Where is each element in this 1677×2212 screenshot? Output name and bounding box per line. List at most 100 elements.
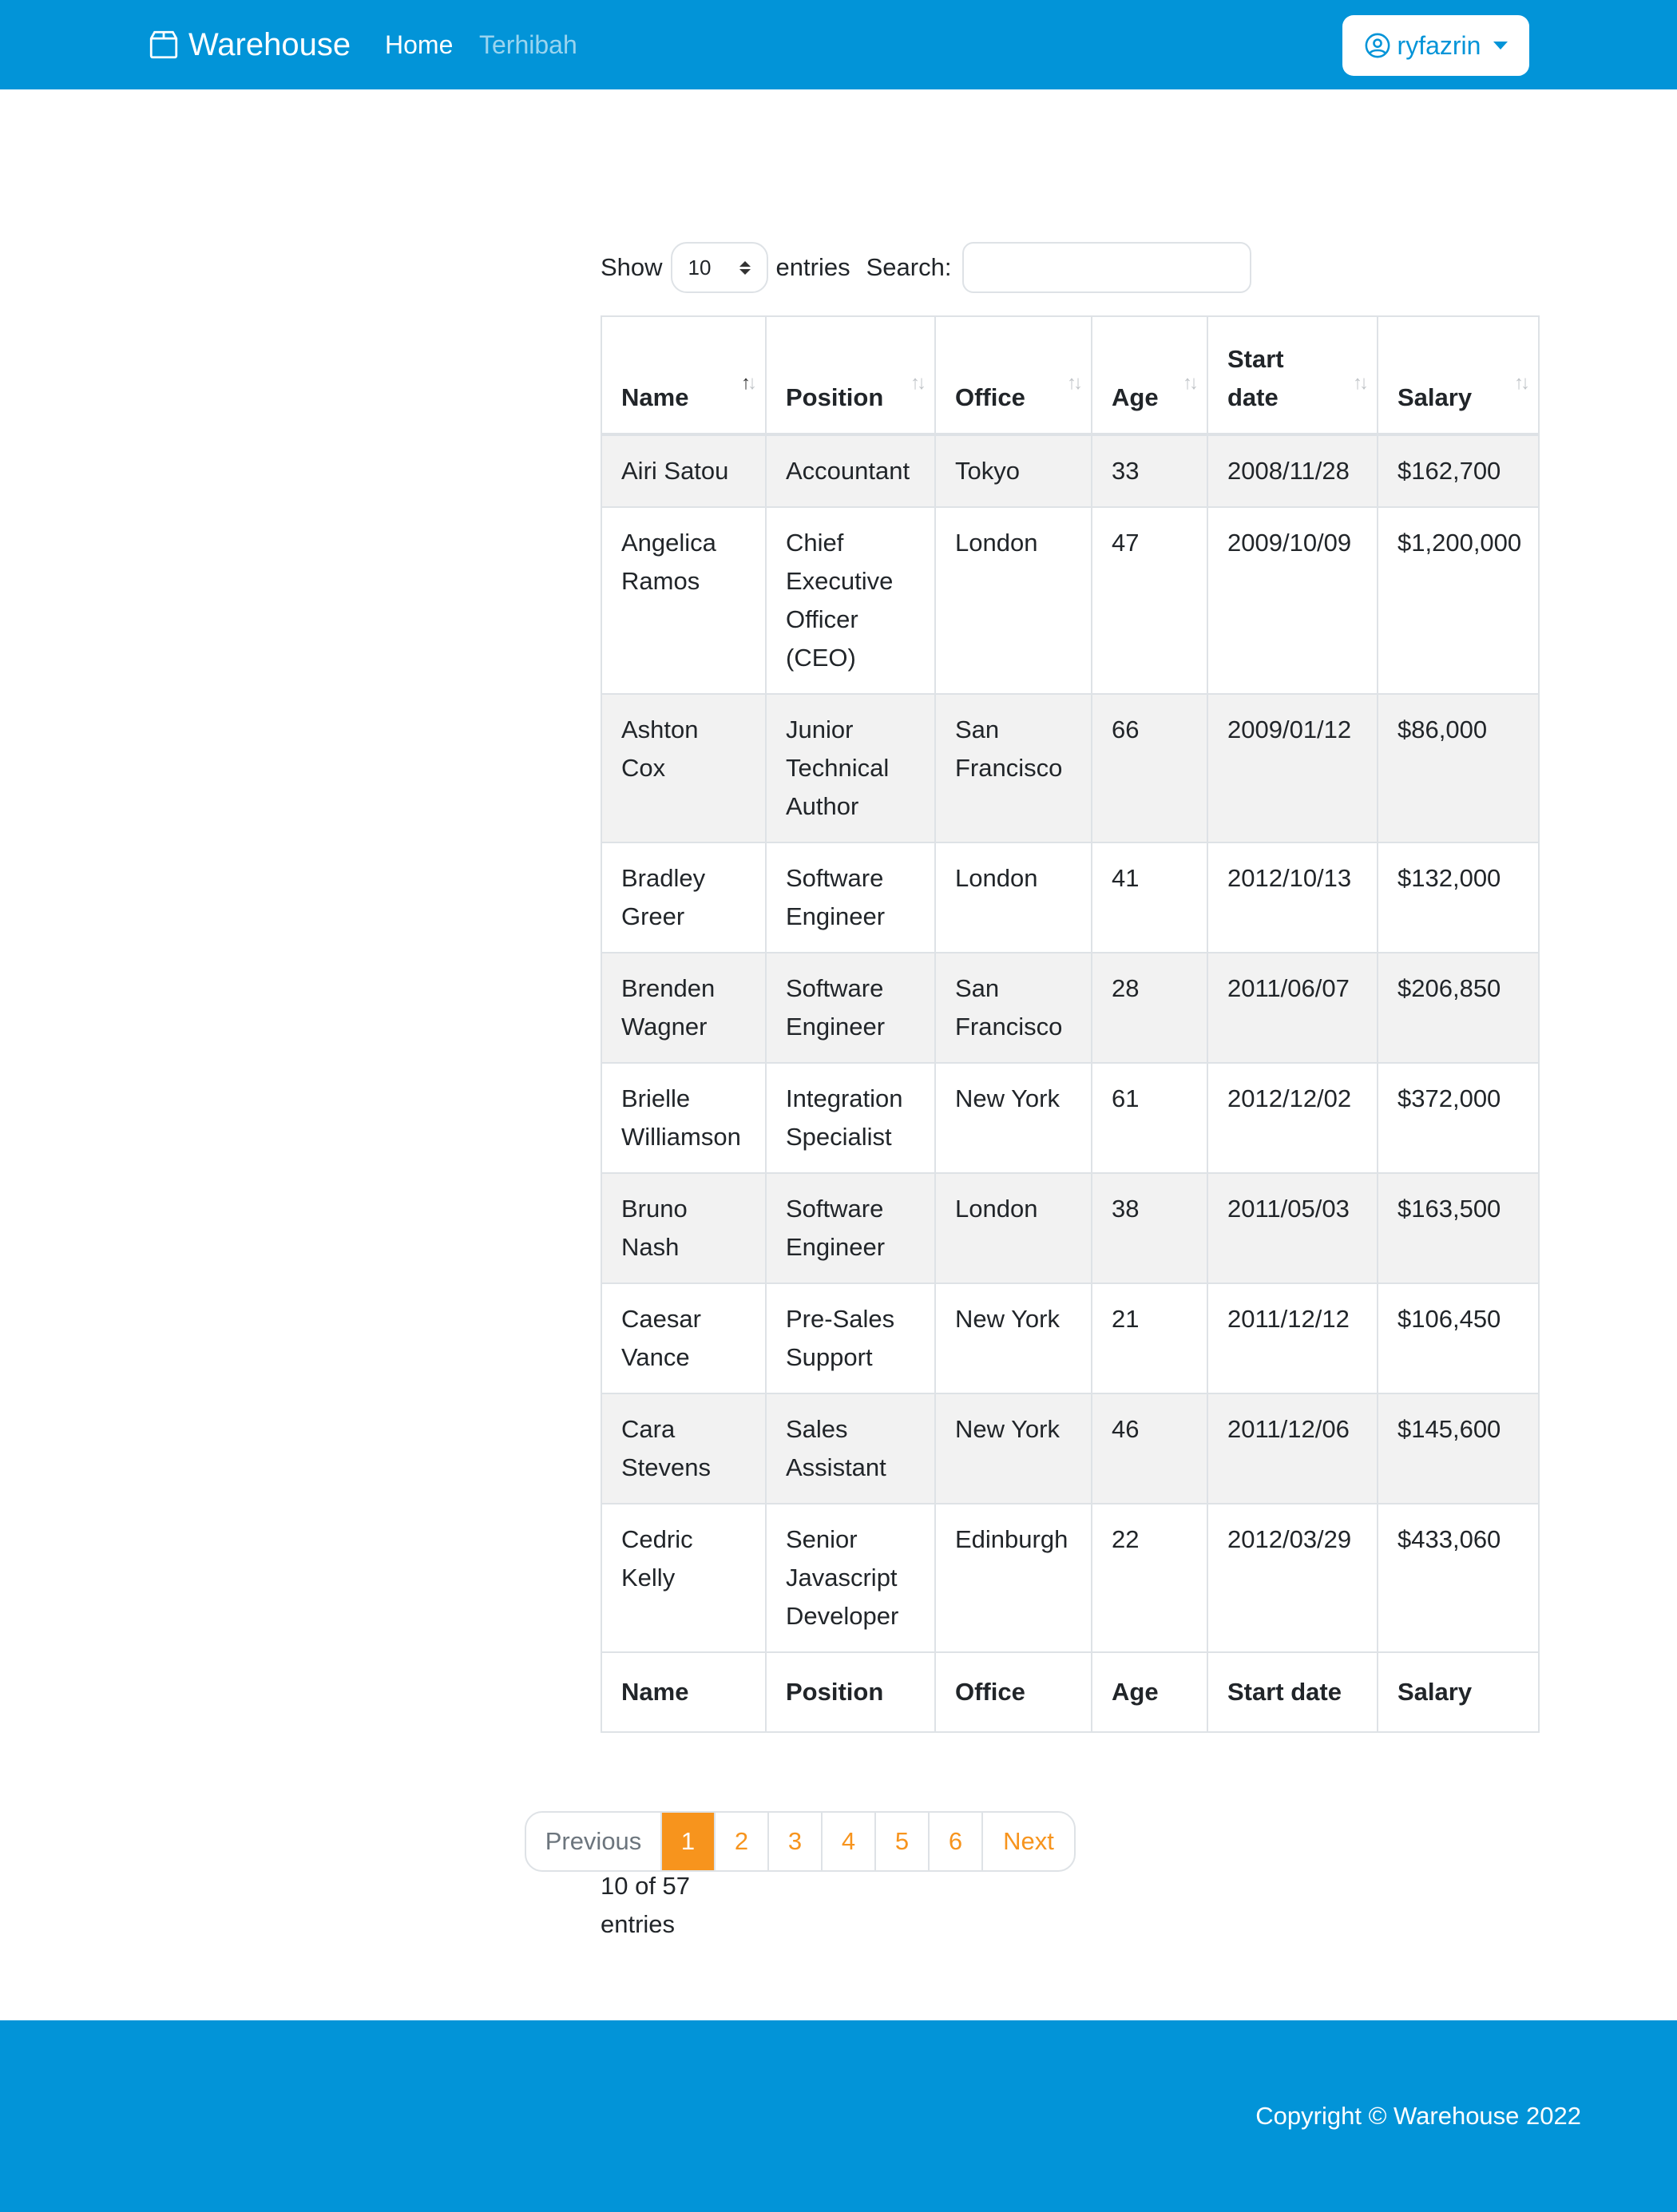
table-info: 10 of 57 entries xyxy=(601,1872,691,1938)
cell-name: Cedric Kelly xyxy=(601,1503,767,1653)
cell-name: Bruno Nash xyxy=(601,1172,767,1284)
column-footer-name: Name xyxy=(601,1651,767,1733)
column-header-label: Salary xyxy=(1398,383,1473,411)
column-header-salary[interactable]: Salary ↑↓ xyxy=(1377,315,1540,436)
column-header-name[interactable]: Name ↑↓ xyxy=(601,315,767,436)
search-label: Search: xyxy=(866,253,952,281)
cell-start-date: 2008/11/28 xyxy=(1207,434,1378,508)
cell-office: New York xyxy=(934,1282,1092,1394)
pagination-page-1[interactable]: 1 xyxy=(660,1813,714,1870)
cell-age: 66 xyxy=(1091,693,1208,843)
cell-age: 61 xyxy=(1091,1062,1208,1174)
pagination-page-4[interactable]: 4 xyxy=(821,1813,874,1870)
table-row[interactable]: Angelica Ramos Chief Executive Officer (C… xyxy=(601,506,1540,695)
box-icon xyxy=(149,30,178,59)
cell-salary: $206,850 xyxy=(1377,952,1540,1064)
column-header-label: Office xyxy=(955,383,1025,411)
user-dropdown-button[interactable]: ryfazrin xyxy=(1342,15,1529,76)
cell-age: 47 xyxy=(1091,506,1208,695)
cell-start-date: 2011/12/12 xyxy=(1207,1282,1378,1394)
cell-age: 41 xyxy=(1091,842,1208,953)
cell-start-date: 2012/10/13 xyxy=(1207,842,1378,953)
select-arrows-icon xyxy=(739,260,751,275)
cell-start-date: 2011/06/07 xyxy=(1207,952,1378,1064)
column-header-label: Start date xyxy=(1227,345,1284,411)
cell-name: Cara Stevens xyxy=(601,1393,767,1504)
sort-arrows-icon: ↑↓ xyxy=(1067,372,1083,394)
sort-arrows-icon: ↑↓ xyxy=(1183,372,1199,394)
table-row[interactable]: Cara Stevens Sales Assistant New York 46 201… xyxy=(601,1393,1540,1504)
column-header-start-date[interactable]: Start date ↑↓ xyxy=(1207,315,1378,436)
navbar: Warehouse Home Terhibah ryfazrin xyxy=(0,0,1677,89)
cell-name: Brenden Wagner xyxy=(601,952,767,1064)
table-row[interactable]: Bruno Nash Software Engineer London 38 2011/… xyxy=(601,1172,1540,1284)
caret-down-icon xyxy=(1493,42,1509,50)
nav-link-terhibah[interactable]: Terhibah xyxy=(479,0,577,89)
cell-age: 21 xyxy=(1091,1282,1208,1394)
column-header-position[interactable]: Position ↑↓ xyxy=(765,315,936,436)
cell-age: 33 xyxy=(1091,434,1208,508)
cell-name: Caesar Vance xyxy=(601,1282,767,1394)
cell-office: Tokyo xyxy=(934,434,1092,508)
pagination-page-3[interactable]: 3 xyxy=(767,1813,821,1870)
table-row[interactable]: Bradley Greer Software Engineer London 41 20… xyxy=(601,842,1540,953)
entries-label: entries xyxy=(775,253,850,281)
nav-link-home[interactable]: Home xyxy=(385,0,453,89)
table-controls: Show 10 entries Search: xyxy=(601,241,1252,294)
column-footer-salary: Salary xyxy=(1377,1651,1540,1733)
cell-salary: $162,700 xyxy=(1377,434,1540,508)
pagination-next[interactable]: Next xyxy=(981,1813,1074,1870)
cell-salary: $145,600 xyxy=(1377,1393,1540,1504)
user-circle-icon xyxy=(1365,33,1390,58)
cell-salary: $86,000 xyxy=(1377,693,1540,843)
table-row[interactable]: Ashton Cox Junior Technical Author San Fra… xyxy=(601,693,1540,843)
cell-position: Chief Executive Officer (CEO) xyxy=(765,506,936,695)
entries-length-select[interactable]: 10 xyxy=(670,242,768,293)
table-row[interactable]: Airi Satou Accountant Tokyo 33 2008/11/28 $16… xyxy=(601,434,1540,508)
cell-age: 22 xyxy=(1091,1503,1208,1653)
cell-office: San Francisco xyxy=(934,693,1092,843)
cell-salary: $372,000 xyxy=(1377,1062,1540,1174)
cell-name: Airi Satou xyxy=(601,434,767,508)
user-name: ryfazrin xyxy=(1397,30,1481,60)
pagination-page-2[interactable]: 2 xyxy=(714,1813,767,1870)
column-footer-office: Office xyxy=(934,1651,1092,1733)
cell-start-date: 2012/03/29 xyxy=(1207,1503,1378,1653)
sort-arrows-icon: ↑↓ xyxy=(1514,372,1530,394)
cell-office: London xyxy=(934,1172,1092,1284)
cell-salary: $433,060 xyxy=(1377,1503,1540,1653)
column-footer-age: Age xyxy=(1091,1651,1208,1733)
cell-name: Brielle Williamson xyxy=(601,1062,767,1174)
column-footer-start-date: Start date xyxy=(1207,1651,1378,1733)
column-header-age[interactable]: Age ↑↓ xyxy=(1091,315,1208,436)
show-label: Show xyxy=(601,253,663,281)
cell-age: 38 xyxy=(1091,1172,1208,1284)
table-row[interactable]: Caesar Vance Pre-Sales Support New York 21 2… xyxy=(601,1282,1540,1394)
cell-salary: $132,000 xyxy=(1377,842,1540,953)
cell-position: Sales Assistant xyxy=(765,1393,936,1504)
table-row[interactable]: Brielle Williamson Integration Specialist… xyxy=(601,1062,1540,1174)
table-row[interactable]: Cedric Kelly Senior Javascript Developer E… xyxy=(601,1503,1540,1653)
footer: Copyright © Warehouse 2022 xyxy=(0,2020,1677,2212)
column-header-office[interactable]: Office ↑↓ xyxy=(934,315,1092,436)
cell-start-date: 2009/01/12 xyxy=(1207,693,1378,843)
brand-link[interactable]: Warehouse xyxy=(147,0,351,89)
cell-position: Integration Specialist xyxy=(765,1062,936,1174)
pagination-page-6[interactable]: 6 xyxy=(928,1813,981,1870)
sort-arrows-icon: ↑↓ xyxy=(741,372,757,394)
pagination-previous[interactable]: Previous xyxy=(526,1813,660,1870)
search-input[interactable] xyxy=(962,242,1252,293)
cell-position: Software Engineer xyxy=(765,952,936,1064)
cell-office: San Francisco xyxy=(934,952,1092,1064)
cell-position: Software Engineer xyxy=(765,842,936,953)
cell-office: Edinburgh xyxy=(934,1503,1092,1653)
cell-salary: $163,500 xyxy=(1377,1172,1540,1284)
cell-start-date: 2011/05/03 xyxy=(1207,1172,1378,1284)
table-row[interactable]: Brenden Wagner Software Engineer San Franc… xyxy=(601,952,1540,1064)
copyright-text: Copyright © Warehouse 2022 xyxy=(1255,2102,1581,2130)
cell-start-date: 2011/12/06 xyxy=(1207,1393,1378,1504)
table-header-row: Name ↑↓ Position ↑↓ Office ↑↓ Age ↑↓ Start date ↑… xyxy=(601,315,1540,436)
cell-position: Pre-Sales Support xyxy=(765,1282,936,1394)
sort-arrows-icon: ↑↓ xyxy=(1353,372,1369,394)
pagination-page-5[interactable]: 5 xyxy=(874,1813,928,1870)
